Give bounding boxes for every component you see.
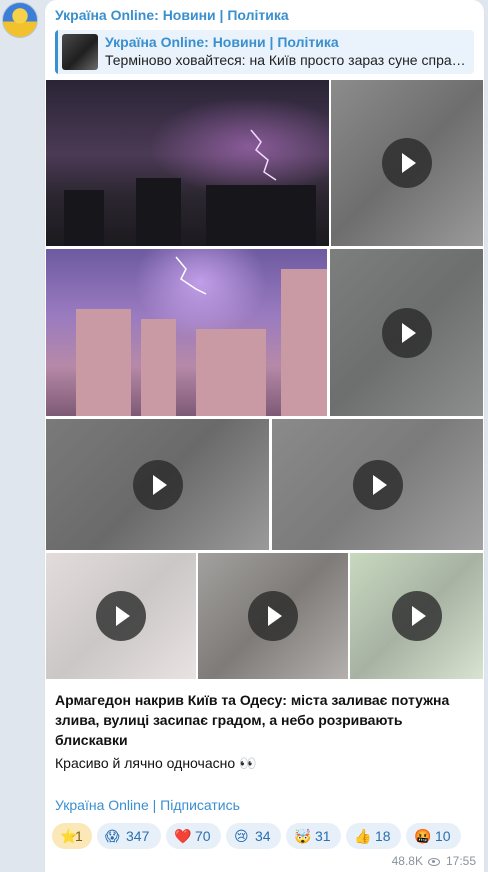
play-icon[interactable] xyxy=(96,591,146,641)
media-video-6[interactable] xyxy=(198,553,348,679)
message-time: 17:55 xyxy=(445,854,476,868)
lightning-bolt xyxy=(250,129,277,181)
reaction-cry[interactable]: 😢 34 xyxy=(226,823,281,849)
media-photo-1[interactable] xyxy=(46,80,329,246)
lightning-bolt xyxy=(175,256,207,295)
media-video-5[interactable] xyxy=(46,553,196,679)
channel-title[interactable]: Україна Online: Новини | Політика xyxy=(55,7,289,23)
reaction-angry[interactable]: 🤬 10 xyxy=(406,823,461,849)
channel-avatar[interactable] xyxy=(2,2,38,38)
play-icon[interactable] xyxy=(381,307,432,358)
play-icon[interactable] xyxy=(132,459,183,510)
reply-text: Терміново ховайтеся: на Київ просто зара… xyxy=(105,52,466,68)
play-icon[interactable] xyxy=(248,591,298,641)
media-video-3[interactable] xyxy=(46,419,269,550)
reaction-thumbs-up[interactable]: 👍 18 xyxy=(346,823,401,849)
reply-thumbnail xyxy=(62,34,98,70)
reply-preview[interactable]: Україна Online: Новини | Політика Термін… xyxy=(55,30,474,74)
reaction-mind-blown[interactable]: 🤯 31 xyxy=(286,823,341,849)
view-count: 48.8K xyxy=(391,854,423,868)
subscribe-link[interactable]: Україна Online | Підписатись xyxy=(55,797,240,813)
heart-icon: ❤️ xyxy=(174,828,192,844)
media-video-2[interactable] xyxy=(330,249,483,416)
scream-face-icon: 😱 xyxy=(105,828,120,844)
media-video-4[interactable] xyxy=(272,419,483,550)
mind-blown-icon: 🤯 xyxy=(294,828,312,844)
reply-title: Україна Online: Новини | Політика xyxy=(105,34,339,50)
crying-face-icon: 😢 xyxy=(234,828,249,844)
play-icon[interactable] xyxy=(382,138,432,188)
play-icon[interactable] xyxy=(391,591,442,641)
message-bubble: Україна Online: Новини | Політика Україн… xyxy=(45,0,484,872)
angry-face-icon: 🤬 xyxy=(414,828,432,844)
thumbs-up-icon: 👍 xyxy=(354,828,372,844)
eye-icon xyxy=(427,857,440,866)
media-photo-2[interactable] xyxy=(46,249,327,416)
media-video-7[interactable] xyxy=(350,553,483,679)
reaction-scream[interactable]: 😱 347 xyxy=(97,823,161,849)
message-body: Красиво й лячно одночасно 👀 xyxy=(55,755,257,771)
play-icon[interactable] xyxy=(352,459,403,510)
reply-accent-bar xyxy=(55,30,58,74)
reaction-star[interactable]: ⭐ 1 xyxy=(52,823,92,849)
reaction-heart[interactable]: ❤️ 70 xyxy=(166,823,221,849)
media-video-1[interactable] xyxy=(331,80,483,246)
message-meta: 48.8K 17:55 xyxy=(392,854,476,868)
message-headline: Армагедон накрив Київ та Одесу: міста за… xyxy=(55,692,450,748)
